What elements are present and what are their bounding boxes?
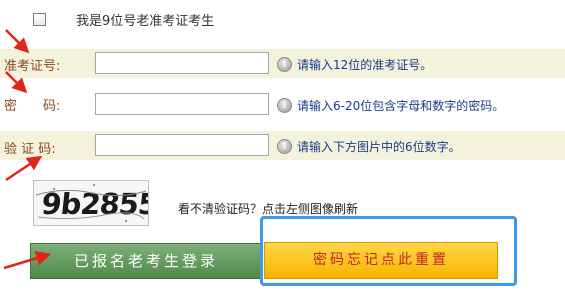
arrow-to-ticket-number [5,29,30,54]
captcha-image[interactable]: 9b2855 [33,180,159,226]
info-icon: ! [277,57,292,72]
ticket-number-hint: 请输入12位的准考证号。 [297,58,433,72]
login-form-page: 我是9位号老准考证考生 准考证号: ! 请输入12位的准考证号。 密 码: ! … [0,0,565,298]
verify-code-input[interactable] [95,134,269,156]
password-hint: 请输入6-20位包含字母和数字的密码。 [297,99,505,113]
old-ticket-checkbox-label: 我是9位号老准考证考生 [76,14,215,29]
ticket-number-input[interactable] [95,52,269,74]
ticket-number-label: 准考证号: [4,59,61,74]
password-label: 密 码: [4,99,61,114]
captcha-code: 9b2855 [40,187,148,221]
old-ticket-checkbox[interactable] [33,13,46,26]
arrow-to-verify-code [5,155,43,182]
verify-code-label: 验 证 码: [4,142,56,157]
reset-password-button[interactable]: 密码忘记点此重置 [264,242,498,279]
password-input[interactable] [95,93,269,115]
info-icon: ! [277,139,292,154]
captcha-graphic: 9b2855 [34,181,159,225]
verify-code-hint: 请输入下方图片中的6位数字。 [297,140,461,154]
info-icon: ! [277,98,292,113]
returning-candidate-login-button[interactable]: 已报名老考生登录 [30,243,262,279]
captcha-refresh-hint: 看不清验证码？点击左侧图像刷新 [178,202,359,216]
